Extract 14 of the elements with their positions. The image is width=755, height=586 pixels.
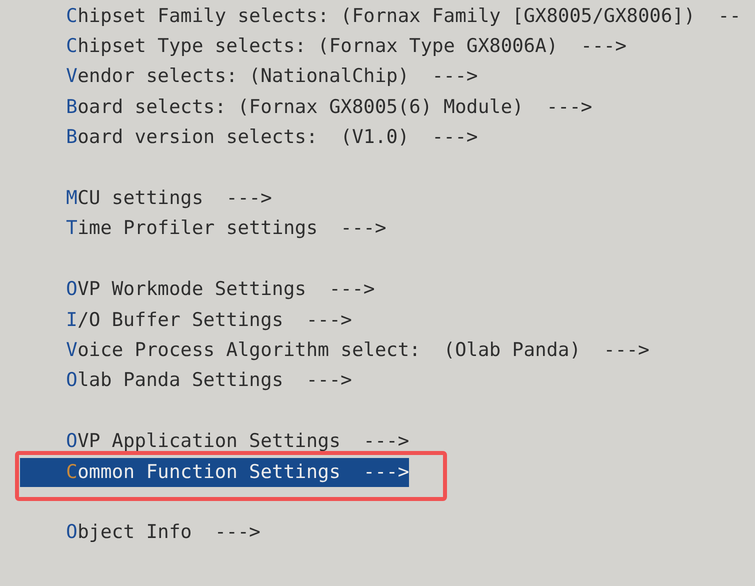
menu-entry[interactable]: OVP Workmode Settings ---> — [20, 275, 375, 304]
menu-entry[interactable]: Voice Process Algorithm select: (Olab Panda) ---> — [20, 336, 650, 365]
menu-entry[interactable]: Chipset Type selects: (Fornax Type GX8006A) ---> — [20, 32, 627, 62]
menu-entry[interactable]: Time Profiler settings ---> — [20, 214, 386, 244]
menu-entry[interactable]: Chipset Family selects: (Fornax Family [GX8005/GX8006]) -- — [20, 2, 741, 31]
menu-entry[interactable]: MCU settings ---> — [20, 184, 272, 214]
menu-entry[interactable]: Common Function Settings ---> — [20, 458, 410, 487]
menu-entry[interactable]: Vendor selects: (NationalChip) ---> — [20, 62, 478, 92]
menu-entry[interactable]: Object Info ---> — [20, 518, 260, 548]
menu-entry[interactable]: OVP Application Settings ---> — [20, 427, 410, 456]
menu-entry[interactable]: Olab Panda Settings ---> — [20, 366, 352, 396]
menu-entry[interactable]: Board selects: (Fornax GX8005(6) Module) ---> — [20, 92, 592, 122]
menu-entry[interactable]: I/O Buffer Settings ---> — [20, 306, 352, 335]
menu-entry[interactable]: Board version selects: (V1.0) ---> — [20, 123, 478, 152]
